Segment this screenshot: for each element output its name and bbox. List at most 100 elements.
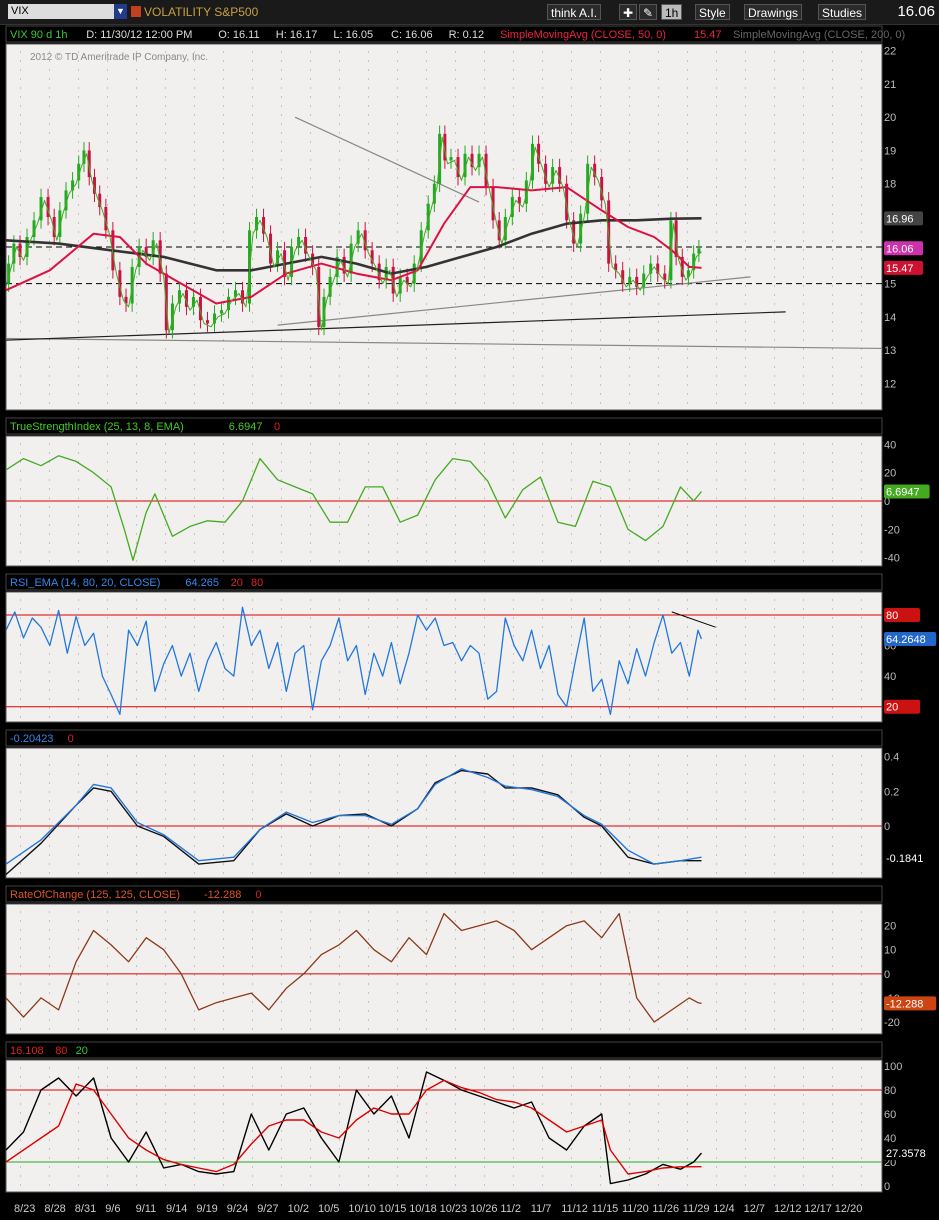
y-tick-label: 0 [884, 969, 890, 981]
toolbar: VIX ▼ VOLATILITY S&P500 think A.I. ✚ ✎ 1… [0, 0, 939, 25]
y-tick-label: 20 [884, 468, 896, 480]
panel-price [5, 43, 883, 411]
sma200-label: SimpleMovingAvg (CLOSE, 200, 0) [733, 29, 905, 41]
y-tick-label: 13 [884, 345, 896, 357]
y-tick-label: 80 [884, 1085, 896, 1097]
roc-value: -12.288 [204, 889, 241, 901]
x-tick-label: 9/19 [196, 1203, 217, 1215]
y-tick-label: 12 [884, 378, 896, 390]
macd-value: -0.20423 [10, 733, 53, 745]
indicator-badge: 80 [886, 610, 898, 622]
stoch-overbought: 80 [55, 1045, 67, 1057]
y-tick-label: 40 [884, 1133, 896, 1145]
macd-extra: 0 [68, 733, 74, 745]
panel-rsi [5, 591, 883, 723]
low-label: L: 16.05 [333, 29, 373, 41]
x-tick-label: 9/11 [136, 1203, 157, 1215]
stoch-value: 16.108 [10, 1045, 44, 1057]
x-tick-label: 10/15 [379, 1203, 407, 1215]
think-ai-label: think A.I. [551, 6, 598, 20]
sma50-label: SimpleMovingAvg (CLOSE, 50, 0) [500, 29, 666, 41]
x-tick-label: 9/24 [227, 1203, 248, 1215]
range-label: R: 0.12 [449, 29, 484, 41]
roc-label: RateOfChange (125, 125, CLOSE) [10, 889, 180, 901]
tsi-extra: 0 [274, 421, 280, 433]
symbol-dropdown-icon[interactable]: ▼ [114, 4, 127, 19]
drawings-button[interactable]: Drawings [744, 4, 803, 20]
y-tick-label: 40 [884, 671, 896, 683]
x-tick-label: 8/31 [75, 1203, 96, 1215]
x-tick-label: 12/12 [774, 1203, 802, 1215]
indicator-badge: 64.2648 [886, 634, 926, 646]
y-tick-label: -20 [884, 1017, 900, 1029]
x-tick-label: 9/14 [166, 1203, 187, 1215]
price-badge: 15.47 [886, 263, 914, 275]
y-tick-label: 40 [884, 439, 896, 451]
chart-canvas[interactable]: 121314151617181920212216.9616.0615.47VIX… [0, 24, 939, 1220]
indicator-badge: 20 [886, 702, 898, 714]
x-tick-label: 11/20 [622, 1203, 649, 1215]
close-label: C: 16.06 [391, 29, 433, 41]
date-label: D: 11/30/12 12:00 PM [86, 29, 192, 41]
style-label: Style [699, 6, 726, 20]
candle-body [205, 320, 209, 324]
x-tick-label: 10/5 [318, 1203, 339, 1215]
timeframe-button[interactable]: 1h [661, 4, 683, 20]
indicator-badge: 6.6947 [886, 487, 920, 499]
x-tick-label: 10/26 [470, 1203, 498, 1215]
y-tick-label: 0 [884, 1181, 890, 1193]
x-tick-label: 12/7 [744, 1203, 765, 1215]
tsi-value: 6.6947 [229, 421, 263, 433]
x-tick-label: 12/4 [713, 1203, 734, 1215]
y-tick-label: 19 [884, 145, 896, 157]
candle-body [449, 157, 453, 161]
y-tick-label: 22 [884, 46, 896, 58]
x-tick-label: 12/17 [804, 1203, 832, 1215]
wrench-icon[interactable]: ✎ [639, 4, 657, 20]
symbol-input[interactable]: VIX [8, 4, 114, 19]
drawings-label: Drawings [748, 6, 799, 20]
indicator-badge: -0.1841 [886, 853, 923, 865]
y-tick-label: 21 [884, 79, 896, 91]
x-tick-label: 11/29 [683, 1203, 710, 1215]
studies-button[interactable]: Studies [818, 4, 867, 20]
x-tick-label: 11/12 [561, 1203, 588, 1215]
x-tick-label: 8/23 [14, 1203, 35, 1215]
rsi-value: 64.265 [185, 577, 219, 589]
think-ai-button[interactable]: think A.I. [547, 4, 602, 20]
y-tick-label: -40 [884, 553, 900, 565]
candle-body [219, 310, 223, 314]
x-tick-label: 10/18 [409, 1203, 437, 1215]
roc-extra: 0 [255, 889, 261, 901]
last-price: 16.06 [897, 3, 935, 20]
x-tick-label: 9/27 [257, 1203, 278, 1215]
rsi-oversold: 20 [231, 577, 243, 589]
y-tick-label: 100 [884, 1061, 902, 1073]
open-label: O: 16.11 [218, 29, 259, 41]
rsi-overbought: 80 [251, 577, 263, 589]
tsi-label: TrueStrengthIndex (25, 13, 8, EMA) [10, 421, 184, 433]
link-icon[interactable] [131, 6, 141, 17]
y-tick-label: 14 [884, 312, 896, 324]
x-tick-label: 12/20 [835, 1203, 863, 1215]
y-tick-label: 20 [884, 112, 896, 124]
style-button[interactable]: Style [695, 4, 730, 20]
y-tick-label: 0.2 [884, 786, 899, 798]
x-tick-label: 8/28 [44, 1203, 65, 1215]
crosshair-icon[interactable]: ✚ [619, 4, 637, 20]
y-tick-label: 18 [884, 179, 896, 191]
x-tick-label: 10/23 [440, 1203, 468, 1215]
symbol-label: VIX 90 d 1h [10, 29, 68, 41]
y-tick-label: 0.4 [884, 752, 899, 764]
panel-header [5, 1041, 883, 1059]
x-tick-label: 11/15 [592, 1203, 619, 1215]
y-tick-label: 10 [884, 945, 896, 957]
x-tick-label: 11/7 [531, 1203, 552, 1215]
price-badge: 16.96 [886, 213, 914, 225]
x-tick-label: 10/2 [288, 1203, 309, 1215]
y-tick-label: 0 [884, 821, 890, 833]
price-badge: 16.06 [886, 243, 914, 255]
studies-label: Studies [822, 6, 863, 20]
x-tick-label: 11/2 [500, 1203, 521, 1215]
y-tick-label: 15 [884, 279, 896, 291]
